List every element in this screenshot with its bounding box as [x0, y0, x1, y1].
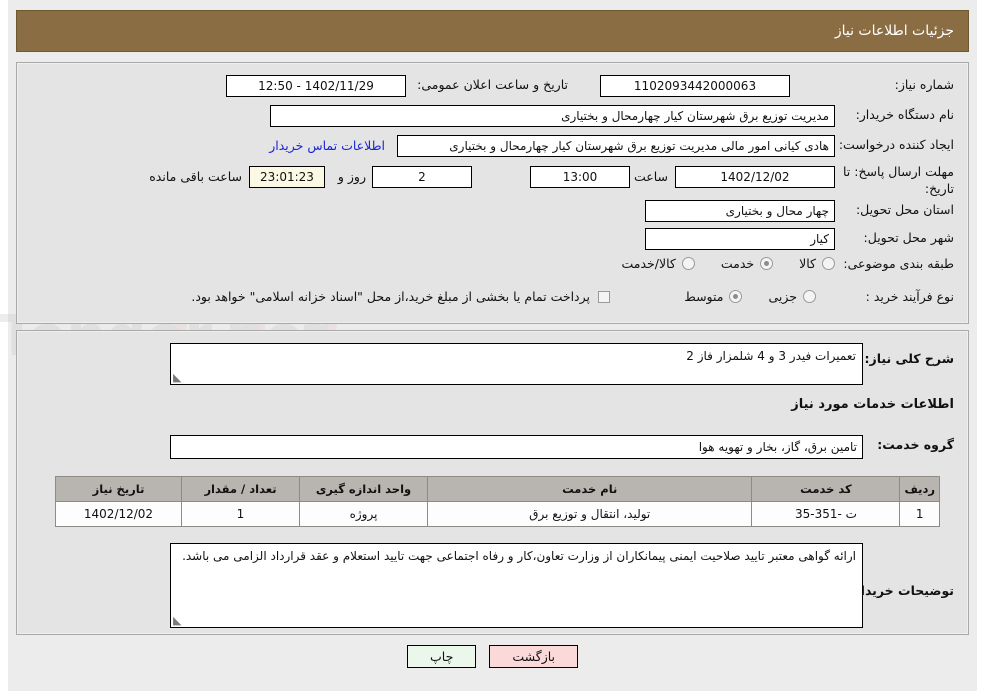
need-number-value: 1102093442000063	[600, 75, 790, 97]
table-header-row: ردیف کد خدمت نام خدمت واحد اندازه گیری ت…	[55, 476, 940, 502]
need-number-label: شماره نیاز:	[894, 77, 954, 92]
radio-kala-icon[interactable]	[822, 257, 835, 270]
buyer-notes-label: توضیحات خریدار:	[848, 583, 954, 598]
category-option-kala-khedmat-label: کالا/خدمت	[621, 256, 676, 271]
general-desc-value: تعمیرات فیدر 3 و 4 شلمزار فاز 2	[686, 349, 856, 363]
cell-quantity: 1	[181, 501, 300, 527]
treasury-checkbox-row[interactable]: پرداخت تمام یا بخشی از مبلغ خرید،از محل …	[191, 289, 610, 304]
radio-jozii-icon[interactable]	[803, 290, 816, 303]
table-row: 1 ت -351-35 تولید، انتقال و توزیع برق پر…	[55, 501, 940, 527]
process-option-motevasset[interactable]: متوسط	[684, 289, 743, 304]
city-value: کیار	[645, 228, 835, 250]
radio-khedmat-icon[interactable]	[760, 257, 774, 270]
need-summary-panel: شماره نیاز: 1102093442000063 تاریخ و ساع…	[16, 62, 969, 324]
category-radio-group: کالا خدمت کالا/خدمت	[621, 256, 835, 271]
service-group-label-wrap: گروه خدمت:	[877, 437, 954, 452]
buyer-notes-label-wrap: توضیحات خریدار:	[848, 583, 954, 598]
category-label-wrap: طبقه بندی موضوعی:	[843, 256, 954, 271]
announce-date-value: 1402/11/29 - 12:50	[226, 75, 406, 97]
announce-label-wrap: تاریخ و ساعت اعلان عمومی:	[417, 77, 568, 92]
services-table: ردیف کد خدمت نام خدمت واحد اندازه گیری ت…	[55, 476, 940, 527]
requester-label-wrap: ایجاد کننده درخواست:	[839, 137, 954, 152]
treasury-checkbox-icon[interactable]	[598, 290, 610, 303]
deadline-date-value: 1402/12/02	[675, 166, 835, 188]
resize-grip-icon[interactable]: ◢	[173, 371, 181, 384]
process-option-jozii[interactable]: جزیی	[768, 289, 816, 304]
category-option-kala-label: کالا	[799, 256, 816, 271]
cell-row-no: 1	[899, 501, 940, 527]
page-header: جزئیات اطلاعات نیاز	[16, 10, 969, 52]
buyer-org-label-wrap: نام دستگاه خریدار:	[856, 107, 954, 122]
category-option-khedmat[interactable]: خدمت	[720, 256, 774, 271]
footer-actions: بازگشت چاپ	[0, 645, 985, 668]
category-option-kala-khedmat[interactable]: کالا/خدمت	[621, 256, 695, 271]
need-details-panel: شرح کلی نیاز: تعمیرات فیدر 3 و 4 شلمزار …	[16, 330, 969, 635]
city-label-wrap: شهر محل تحویل:	[864, 230, 954, 245]
deadline-hour-value: 13:00	[530, 166, 630, 188]
services-section-heading: اطلاعات خدمات مورد نیاز	[791, 397, 954, 412]
th-service-code: کد خدمت	[751, 476, 901, 502]
requester-label: ایجاد کننده درخواست:	[838, 137, 954, 152]
city-label: شهر محل تحویل:	[863, 230, 954, 245]
th-row-no: ردیف	[899, 476, 940, 502]
deadline-hour-label: ساعت	[633, 169, 668, 184]
remaining-time-value: 23:01:23	[249, 166, 325, 188]
process-option-motevasset-label: متوسط	[684, 289, 724, 304]
buyer-notes-value: ارائه گواهی معتبر تایید صلاحیت ایمنی پیم…	[182, 549, 856, 563]
process-radio-group: جزیی متوسط	[684, 289, 816, 304]
th-quantity: تعداد / مقدار	[181, 476, 300, 502]
process-option-jozii-label: جزیی	[768, 289, 797, 304]
remaining-days-label: روز و	[337, 169, 366, 184]
th-service-name: نام خدمت	[426, 476, 753, 502]
service-group-value: تامین برق، گاز، بخار و تهویه هوا	[170, 435, 863, 459]
remaining-time-label: ساعت باقی مانده	[149, 169, 242, 184]
page-root: AriaTender.net جزئیات اطلاعات نیاز شماره…	[0, 0, 985, 691]
cell-need-date: 1402/12/02	[55, 501, 182, 527]
remaining-days-value: 2	[372, 166, 472, 188]
cell-service-name: تولید، انتقال و توزیع برق	[426, 501, 753, 527]
general-desc-label: شرح کلی نیاز:	[864, 351, 954, 366]
general-desc-textarea[interactable]: تعمیرات فیدر 3 و 4 شلمزار فاز 2 ◢	[170, 343, 863, 385]
category-label: طبقه بندی موضوعی:	[843, 256, 954, 271]
buyer-org-label: نام دستگاه خریدار:	[855, 107, 954, 122]
cell-unit: پروژه	[299, 501, 428, 527]
th-unit: واحد اندازه گیری	[299, 476, 428, 502]
buyer-contact-link[interactable]: اطلاعات تماس خریدار	[269, 138, 385, 153]
print-button[interactable]: چاپ	[407, 645, 477, 668]
radio-kala-khedmat-icon[interactable]	[681, 257, 695, 270]
th-need-date: تاریخ نیاز	[55, 476, 182, 502]
category-option-khedmat-label: خدمت	[720, 256, 755, 271]
treasury-checkbox-label: پرداخت تمام یا بخشی از مبلغ خرید،از محل …	[191, 289, 590, 304]
page-title: جزئیات اطلاعات نیاز	[834, 23, 954, 39]
general-desc-label-wrap: شرح کلی نیاز:	[865, 351, 954, 366]
deadline-label-wrap: مهلت ارسال پاسخ: تا تاریخ:	[842, 163, 954, 197]
back-button[interactable]: بازگشت	[489, 645, 579, 668]
province-label: استان محل تحویل:	[855, 202, 954, 217]
need-number-row: شماره نیاز:	[895, 77, 954, 92]
province-label-wrap: استان محل تحویل:	[856, 202, 954, 217]
radio-motevasset-icon[interactable]	[729, 290, 743, 303]
process-type-label: نوع فرآیند خرید :	[865, 289, 954, 304]
buyer-org-value: مدیریت توزیع برق شهرستان کیار چهارمحال و…	[270, 105, 835, 127]
process-label-wrap: نوع فرآیند خرید :	[866, 289, 954, 304]
requester-value: هادی کیانی امور مالی مدیریت توزیع برق شه…	[397, 135, 835, 157]
service-group-label: گروه خدمت:	[877, 437, 954, 452]
announce-date-label: تاریخ و ساعت اعلان عمومی:	[417, 77, 568, 92]
buyer-notes-textarea[interactable]: ارائه گواهی معتبر تایید صلاحیت ایمنی پیم…	[170, 543, 863, 628]
province-value: چهار محال و بختیاری	[645, 200, 835, 222]
deadline-label: مهلت ارسال پاسخ: تا تاریخ:	[843, 164, 954, 196]
resize-grip-icon[interactable]: ◢	[173, 614, 181, 627]
category-option-kala[interactable]: کالا	[799, 256, 835, 271]
cell-service-code: ت -351-35	[751, 501, 901, 527]
